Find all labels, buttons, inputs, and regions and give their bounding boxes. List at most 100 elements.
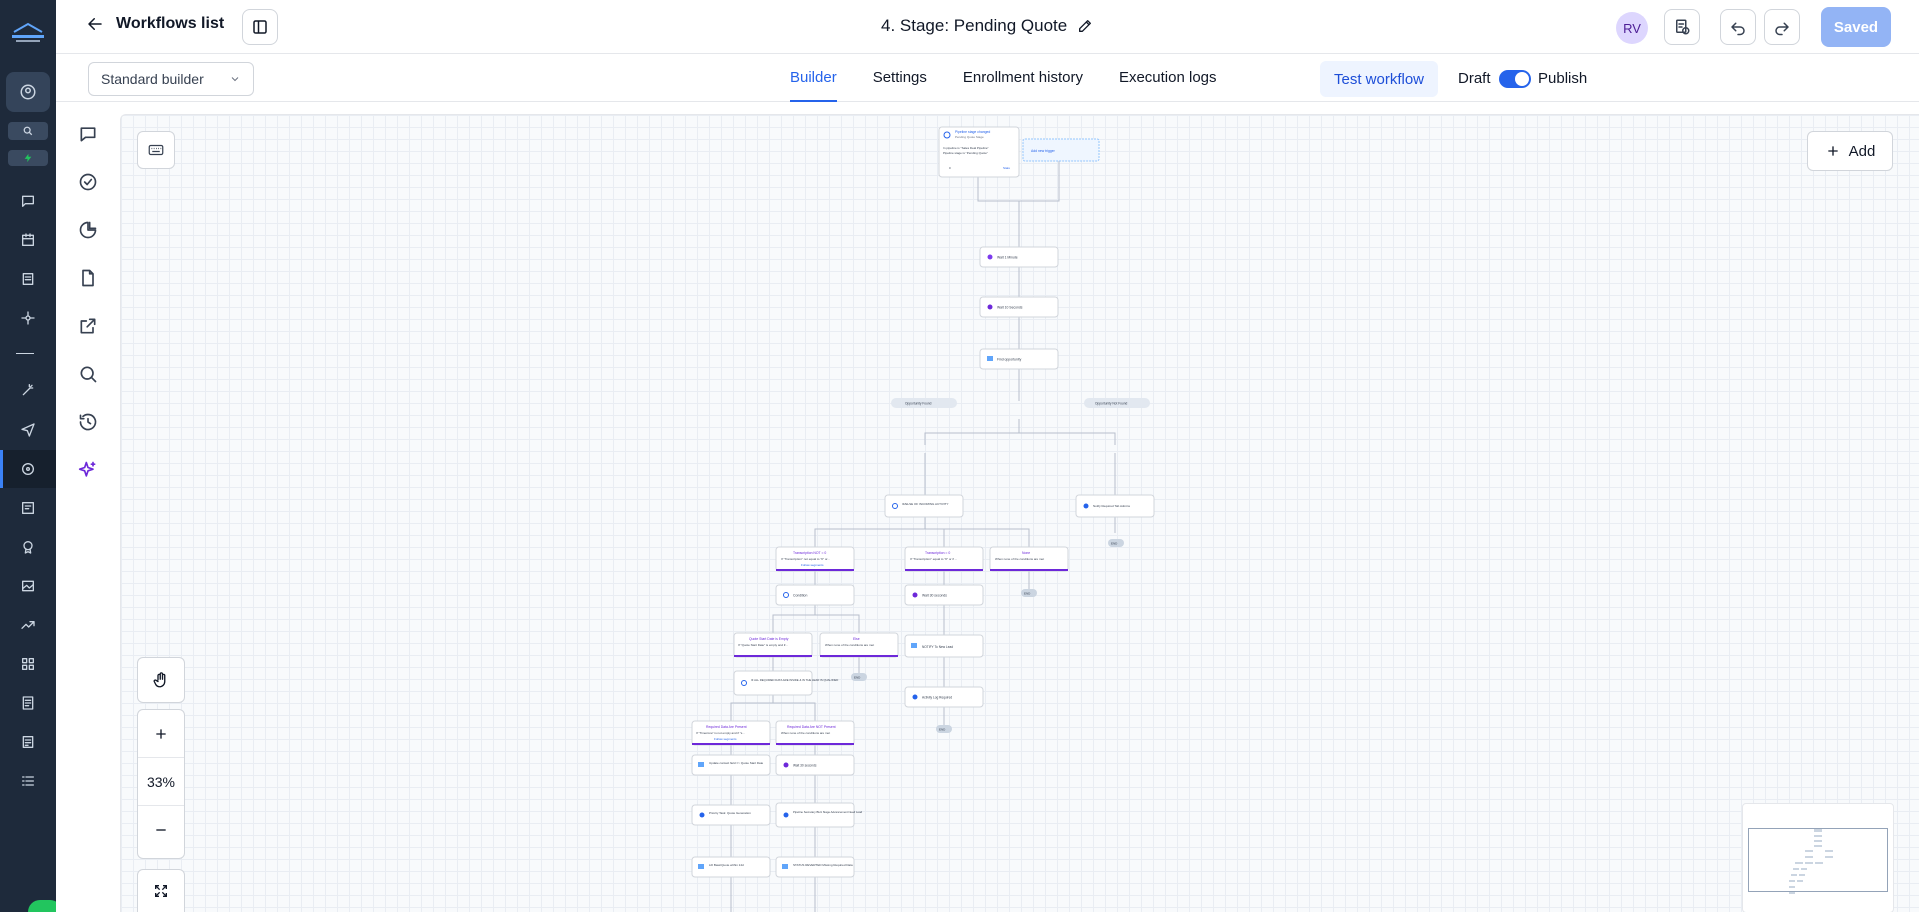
pencil-icon[interactable] — [1077, 18, 1093, 34]
account-switcher[interactable] — [6, 72, 50, 112]
branch-else[interactable]: Else When none of the conditions are met — [819, 632, 899, 658]
test-workflow-button[interactable]: Test workflow — [1320, 61, 1438, 97]
step-notify-admins[interactable]: Notify Required Tab Admins — [1075, 494, 1155, 518]
share-tool[interactable] — [76, 314, 100, 338]
workflow-canvas[interactable]: Add Pipeline stage changed Pending Quote… — [120, 114, 1919, 912]
payments-nav[interactable] — [16, 691, 40, 715]
step-update-label: Update contact field => Quote Start Date — [709, 761, 764, 765]
zoom-out-button[interactable] — [138, 806, 184, 854]
redo-button[interactable] — [1764, 9, 1800, 45]
branch-transcription-0[interactable]: Transcription = 0 If "Transcription" equa… — [904, 546, 984, 572]
workflow-title-text: 4. Stage: Pending Quote — [881, 16, 1068, 35]
marketing-nav[interactable] — [16, 418, 40, 442]
trigger-condition-2: Pipeline stage is "Pending Quote" — [943, 151, 988, 155]
step-wait-4[interactable]: Wait 30 seconds — [775, 754, 855, 776]
toggle-panel-button[interactable] — [242, 9, 278, 45]
connector-lines — [730, 155, 1116, 912]
tab-execution-logs[interactable]: Execution logs — [1101, 54, 1235, 102]
undo-button[interactable] — [1720, 9, 1756, 45]
tasks-tool[interactable] — [76, 170, 100, 194]
tab-settings[interactable]: Settings — [855, 54, 945, 102]
history-icon — [79, 413, 97, 431]
branch-required-present[interactable]: Required Data Are Present If "Timezone" i… — [691, 720, 771, 746]
trigger-node[interactable]: Pipeline stage changed Pending Quote Sta… — [938, 126, 1020, 178]
branch-transcription-not-0[interactable]: Transcription NOT = 0 If "Transcription" … — [775, 546, 855, 572]
step-pipeline-secretary[interactable]: Pipeline Secretary BH1 Stage Advancement… — [775, 802, 863, 828]
conversations-nav[interactable] — [16, 189, 40, 213]
step-if-all-required[interactable]: IF ALL REQUIRED DATA ARE INSIDE & IN THE… — [733, 670, 838, 696]
workflows-nav[interactable] — [16, 457, 40, 481]
branch-not-found-label: Opportunity Not Found — [1095, 402, 1127, 406]
step-lift-quote[interactable]: Lift BasicQuote within 14d — [691, 856, 771, 878]
user-avatar[interactable]: RV — [1616, 12, 1648, 44]
ai-assistant-tool[interactable] — [76, 458, 100, 482]
history-tool[interactable] — [76, 410, 100, 434]
step-find-opportunity[interactable]: Find opportunity — [979, 348, 1059, 370]
step-lift-label: Lift BasicQuote within 14d — [709, 863, 744, 867]
step-update-contact[interactable]: Update contact field => Quote Start Date — [691, 754, 771, 776]
branch-opportunity-not-found[interactable]: Opportunity Not Found — [1084, 398, 1150, 408]
step-status-reverted[interactable]: STATUS REVERTED Missing Required Data — [775, 856, 855, 878]
chat-icon — [22, 195, 34, 207]
workflow-icon — [22, 463, 34, 475]
step-activity-log[interactable]: Activity Log Required — [904, 686, 984, 708]
invoice-icon — [22, 696, 34, 710]
redo-icon — [1775, 22, 1789, 36]
workflow-diagram: Pipeline stage changed Pending Quote Sta… — [691, 126, 1155, 912]
reporting-nav[interactable] — [16, 613, 40, 637]
media-nav[interactable] — [16, 574, 40, 598]
branch-qsd-empty[interactable]: Quote Start Date is Empty If "Quote Start… — [733, 632, 813, 658]
forms-nav[interactable] — [16, 730, 40, 754]
step-notify-new-label: NOTIFY To New Lead — [922, 645, 953, 649]
notes-tool[interactable] — [76, 266, 100, 290]
version-history-button[interactable] — [1664, 9, 1700, 45]
add-trigger-node[interactable]: Add new trigger — [1022, 138, 1100, 162]
builder-mode-select[interactable]: Standard builder — [88, 62, 254, 96]
reputation-nav[interactable] — [16, 535, 40, 559]
step-notify-new-lead[interactable]: NOTIFY To New Lead — [904, 634, 984, 658]
canvas-minimap[interactable] — [1742, 803, 1894, 912]
workflow-title[interactable]: 4. Stage: Pending Quote — [881, 16, 1093, 36]
step-priority-label: Priority Task: Quote Generation — [709, 811, 751, 815]
branch-required-not-present[interactable]: Required Data Are NOT Present When none o… — [775, 720, 855, 746]
rail-search-button[interactable] — [8, 122, 48, 140]
step-wait-2[interactable]: Wait 10 Seconds — [979, 296, 1059, 318]
badge-icon — [23, 541, 33, 554]
step-condition[interactable]: Condition — [775, 584, 855, 606]
step-wait-1[interactable]: Wait 1 Minute — [979, 246, 1059, 268]
fit-view-button[interactable] — [137, 869, 185, 912]
pan-tool-button[interactable] — [137, 657, 185, 703]
file-icon — [82, 269, 94, 287]
pie-chart-icon — [79, 221, 97, 239]
branch-b-title: Transcription = 0 — [925, 551, 950, 555]
step-wait-1-label: Wait 1 Minute — [997, 256, 1018, 260]
quick-actions-button[interactable] — [8, 150, 48, 166]
branch-none[interactable]: None When none of the conditions are met — [989, 546, 1069, 572]
sites-nav[interactable] — [16, 496, 40, 520]
grid-icon — [21, 658, 34, 670]
user-icon — [20, 84, 36, 100]
stats-tool[interactable] — [76, 218, 100, 242]
step-ifelse-incoming[interactable]: IF/ELSE OF INCOMING ACTIVITY — [884, 494, 964, 518]
apps-nav[interactable] — [16, 652, 40, 676]
publish-toggle[interactable] — [1499, 70, 1531, 88]
zoom-in-button[interactable] — [138, 710, 184, 758]
step-notify-admins-label: Notify Required Tab Admins — [1093, 504, 1130, 508]
comments-tool[interactable] — [76, 122, 100, 146]
step-priority-task[interactable]: Priority Task: Quote Generation — [691, 804, 771, 826]
back-to-workflows-link[interactable]: Workflows list — [86, 15, 224, 33]
tasks-nav[interactable] — [16, 769, 40, 793]
branch-b-desc: If "Transcription" equal to "0" or if ..… — [910, 557, 957, 561]
branch-opportunity-found[interactable]: Opportunity Found — [891, 398, 957, 408]
step-wait-3[interactable]: Wait 30 seconds — [904, 584, 984, 606]
contacts-nav[interactable] — [16, 267, 40, 291]
automation-nav[interactable] — [16, 378, 40, 402]
trigger-condition-1: In pipeline is "Sales Deal Pipeline" — [943, 146, 989, 150]
contact-card-icon — [22, 273, 34, 285]
tab-builder[interactable]: Builder — [772, 54, 855, 102]
tab-enrollment-history[interactable]: Enrollment history — [945, 54, 1101, 102]
search-tool[interactable] — [76, 362, 100, 386]
calendar-nav[interactable] — [16, 228, 40, 252]
saved-button[interactable]: Saved — [1821, 7, 1891, 47]
opportunities-nav[interactable] — [16, 306, 40, 330]
